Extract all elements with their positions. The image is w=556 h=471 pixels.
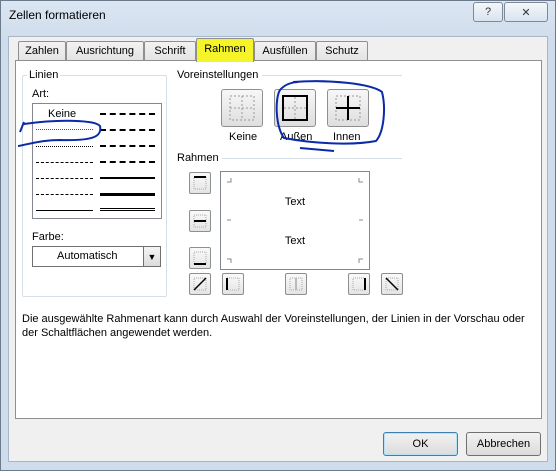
tab-schrift[interactable]: Schrift: [144, 41, 196, 61]
line-style-dotted[interactable]: [36, 146, 93, 147]
cancel-button[interactable]: Abbrechen: [466, 432, 541, 456]
line-style-thick[interactable]: [100, 193, 155, 196]
help-icon: ?: [484, 6, 492, 18]
help-button[interactable]: ?: [473, 2, 503, 22]
line-style-slant-dash-dot[interactable]: [100, 129, 155, 131]
border-inside-horizontal-icon: [193, 214, 207, 228]
line-style-label: Art:: [32, 88, 50, 100]
color-dropdown-button[interactable]: ▼: [143, 247, 160, 266]
tab-ausrichtung[interactable]: Ausrichtung: [66, 41, 144, 61]
line-style-thin[interactable]: [36, 210, 93, 211]
line-style-medium-dash-dot[interactable]: [100, 145, 155, 147]
border-left-button[interactable]: [222, 273, 244, 295]
ok-button[interactable]: OK: [383, 432, 458, 456]
close-icon: ✕: [521, 6, 531, 19]
border-separator: [222, 158, 402, 159]
line-style-medium-dashed[interactable]: [100, 161, 155, 163]
color-combobox-value: Automatisch: [57, 250, 118, 262]
presets-group-label: Voreinstellungen: [177, 69, 259, 81]
preview-corner-marks: [227, 178, 363, 263]
border-top-icon: [193, 176, 207, 190]
border-right-button[interactable]: [348, 273, 370, 295]
chevron-down-icon: ▼: [147, 251, 157, 262]
border-diagonal-up-button[interactable]: [189, 273, 211, 295]
border-right-icon: [352, 277, 366, 291]
line-style-medium[interactable]: [100, 177, 155, 179]
tab-rahmen[interactable]: Rahmen: [196, 38, 254, 62]
preset-none-button[interactable]: [221, 89, 263, 127]
line-style-hairline-dotted[interactable]: [36, 129, 93, 130]
border-left-icon: [226, 277, 240, 291]
preset-inside-icon: [335, 95, 361, 121]
preset-none-icon: [229, 95, 255, 121]
line-style-dash-dot-dot[interactable]: [36, 162, 93, 163]
preset-outline-button[interactable]: [274, 89, 316, 127]
border-inside-vertical-icon: [289, 277, 303, 291]
preset-none-label: Keine: [229, 131, 258, 143]
preview-text-top: Text: [284, 196, 306, 208]
line-style-none[interactable]: Keine: [48, 108, 76, 120]
preview-text-bottom: Text: [284, 235, 306, 247]
color-label: Farbe:: [32, 231, 64, 243]
preset-inside-button[interactable]: [327, 89, 369, 127]
border-top-button[interactable]: [189, 172, 211, 194]
tab-ausfuellen[interactable]: Ausfüllen: [254, 41, 316, 61]
border-group-label: Rahmen: [177, 152, 219, 164]
presets-separator: [262, 75, 402, 76]
border-diagonal-down-button[interactable]: [381, 273, 403, 295]
preset-outline-label: Außen: [280, 131, 313, 143]
color-combobox[interactable]: Automatisch ▼: [32, 246, 161, 267]
border-bottom-icon: [193, 251, 207, 265]
line-style-dashed[interactable]: [36, 194, 93, 195]
border-inside-horizontal-button[interactable]: [189, 210, 211, 232]
border-bottom-button[interactable]: [189, 247, 211, 269]
preset-outline-icon: [282, 95, 308, 121]
border-diagonal-up-icon: [193, 277, 207, 291]
close-button[interactable]: ✕: [504, 2, 548, 22]
line-style-medium-dash-dot-dot[interactable]: [100, 113, 155, 115]
line-style-double[interactable]: [100, 208, 155, 211]
window-title: Zellen formatieren: [9, 8, 106, 22]
preset-inside-label: Innen: [333, 131, 361, 143]
line-style-dash-dot[interactable]: [36, 178, 93, 179]
border-inside-vertical-button[interactable]: [285, 273, 307, 295]
border-preview[interactable]: Text Text: [220, 171, 370, 270]
description-text: Die ausgewählte Rahmenart kann durch Aus…: [22, 313, 525, 339]
tab-zahlen[interactable]: Zahlen: [18, 41, 66, 61]
tab-schutz[interactable]: Schutz: [316, 41, 368, 61]
border-diagonal-down-icon: [385, 277, 399, 291]
lines-group-label: Linien: [27, 69, 61, 81]
